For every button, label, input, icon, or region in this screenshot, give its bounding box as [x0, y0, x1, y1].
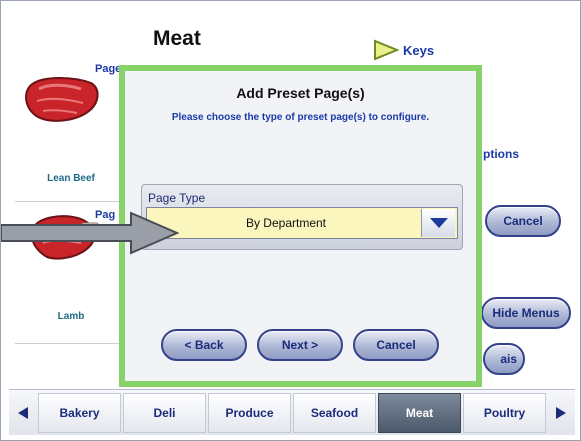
dialog-instruction: Please choose the type of preset page(s)… [171, 112, 430, 123]
tab-seafood[interactable]: Seafood [293, 392, 376, 433]
tab-produce[interactable]: Produce [208, 392, 291, 433]
app-window: Meat Keys Page Lean Beef Pag Lamb ptions… [0, 0, 581, 441]
callout-arrow-icon [1, 211, 179, 255]
item-card-lean-beef[interactable]: Page Lean Beef [15, 63, 127, 193]
play-triangle-icon [374, 39, 399, 61]
tab-meat[interactable]: Meat [378, 392, 461, 433]
item-label: Lean Beef [47, 173, 95, 184]
divider [15, 343, 125, 344]
tab-deli[interactable]: Deli [123, 392, 206, 433]
partial-button[interactable]: ais [483, 343, 525, 375]
back-button[interactable]: < Back [161, 329, 247, 361]
page-type-group: Page Type By Department [141, 184, 463, 250]
page-type-value: By Department [245, 216, 327, 230]
scroll-left-button[interactable] [9, 390, 37, 436]
dialog-title: Add Preset Page(s) [236, 85, 365, 101]
tab-bakery[interactable]: Bakery [38, 392, 121, 433]
page-type-label: Page Type [148, 191, 206, 205]
arrow-right-icon [556, 406, 566, 419]
hide-menus-button[interactable]: Hide Menus [481, 297, 571, 329]
arrow-left-icon [18, 406, 28, 419]
divider [15, 201, 125, 202]
scroll-right-button[interactable] [547, 390, 575, 436]
page-title: Meat [153, 27, 201, 50]
department-tab-bar: Bakery Deli Produce Seafood Meat Poultry [9, 389, 575, 435]
next-button[interactable]: Next > [257, 329, 343, 361]
chevron-down-icon [429, 218, 448, 228]
dialog-cancel-button[interactable]: Cancel [353, 329, 439, 361]
cancel-button[interactable]: Cancel [485, 205, 561, 237]
page-type-select[interactable]: By Department [146, 207, 458, 239]
keys-label: Keys [403, 42, 435, 58]
item-label: Lamb [57, 311, 85, 322]
dropdown-button[interactable] [421, 209, 455, 237]
keys-button[interactable]: Keys [373, 39, 434, 61]
tab-poultry[interactable]: Poultry [463, 392, 546, 433]
steak-icon [25, 77, 99, 122]
options-link[interactable]: ptions [483, 147, 519, 161]
